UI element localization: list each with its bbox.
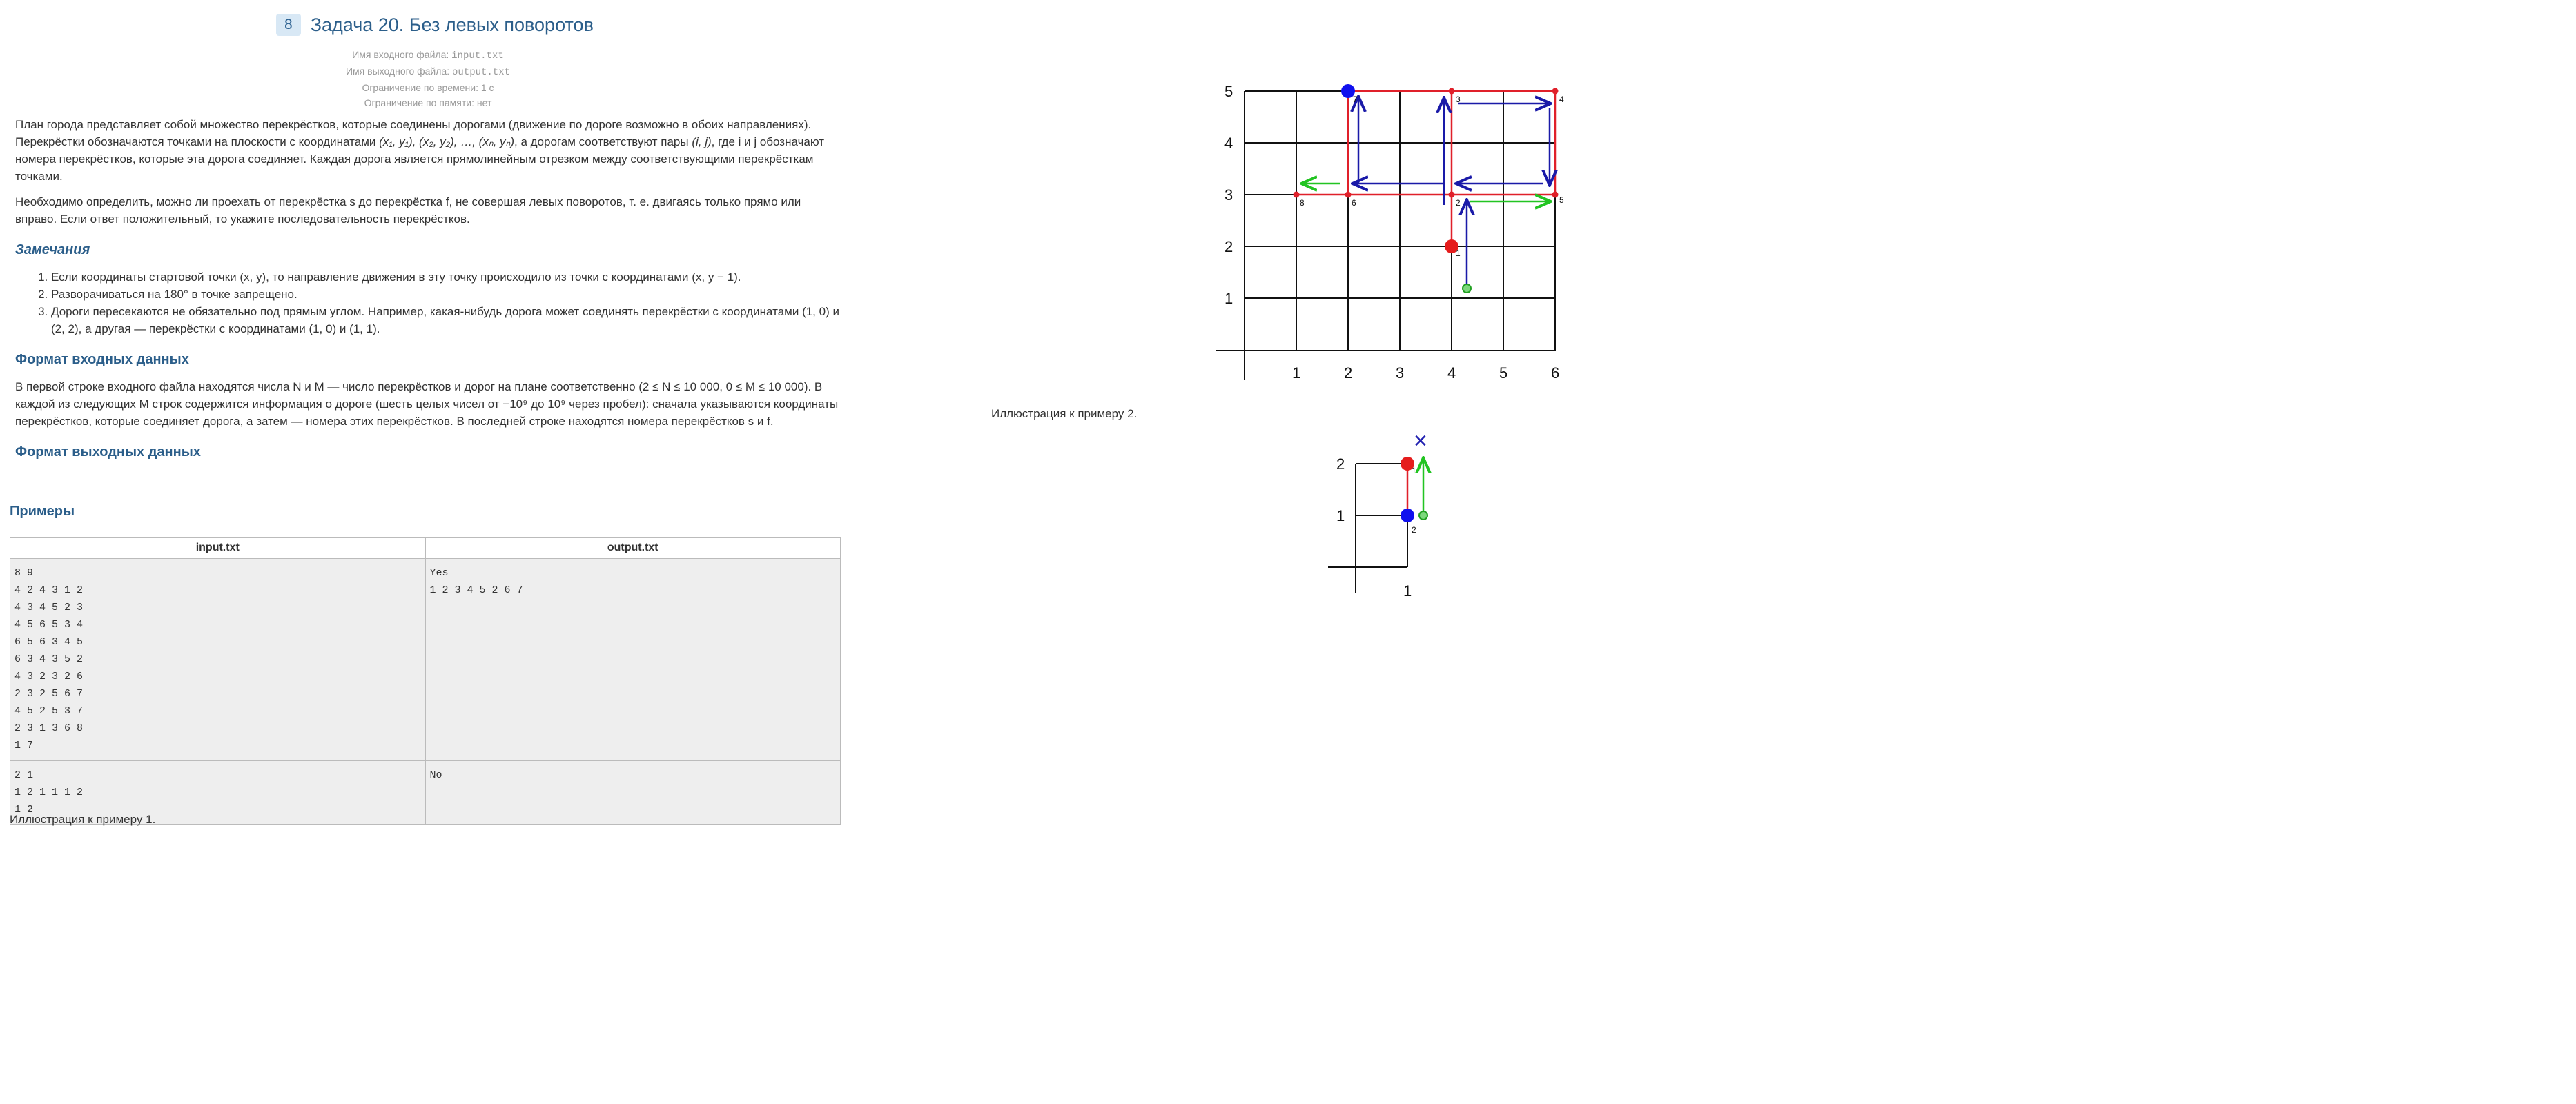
node-label: 1 [1412,466,1416,475]
example-1-figure: 5 4 3 2 1 1 2 3 4 5 6 1 2 3 4 5 6 7 8 [1216,83,1564,382]
y-tick-label: 1 [1336,507,1345,524]
example-2-output[interactable]: No [430,767,837,784]
initial-direction-point [1462,284,1472,293]
output-column-header: output.txt [425,537,841,559]
x-tick-label: 1 [1403,582,1412,600]
x-tick-label: 4 [1447,364,1456,382]
examples-table: input.txt output.txt 8 9 4 2 4 3 1 2 4 3… [10,537,841,825]
y-tick-label: 1 [1224,290,1233,307]
path-arrows [1303,98,1550,288]
note-item: Если координаты стартовой точки (x, y), … [51,268,843,286]
y-tick-label: 4 [1224,135,1233,152]
node-label: 3 [1456,95,1461,104]
y-tick-label: 5 [1224,83,1233,100]
input-format-text: В первой строке входного файла находятся… [15,380,839,428]
initial-direction-point [1418,511,1428,520]
blocked-cross: × [1414,428,1427,454]
notes-list: Если координаты стартовой точки (x, y), … [15,268,843,337]
output-file-name: output.txt [452,67,511,78]
example-1-output[interactable]: Yes 1 2 3 4 5 2 6 7 [430,564,837,599]
output-format-heading: Формат выходных данных [15,444,201,460]
node-label: 1 [1456,248,1461,258]
problem-limits: Имя входного файла: input.txt Имя выходн… [290,47,566,110]
example-2-figure: × 2 1 1 1 2 [1328,428,1463,600]
statement-paragraph-2: Необходимо определить, можно ли проехать… [15,195,801,226]
examples-heading: Примеры [10,504,75,519]
grid [1328,463,1408,593]
x-tick-label: 3 [1396,364,1404,382]
node-label: 6 [1352,198,1356,208]
roads [1296,90,1557,246]
example-1-input[interactable]: 8 9 4 2 4 3 1 2 4 3 4 5 2 3 4 5 6 5 3 4 … [14,564,421,754]
figure-2-caption: Иллюстрация к примеру 2. [991,407,1138,420]
x-tick-label: 1 [1292,364,1300,382]
y-tick-label: 2 [1224,238,1233,255]
input-column-header: input.txt [10,537,426,559]
statement-paragraph-1: План города представляет собой множество… [15,118,825,183]
problem-number-badge: 8 [276,14,301,36]
node-label: 2 [1412,525,1416,535]
problem-header: 8 Задача 20. Без левых поворотов [276,14,594,36]
output-file-label: Имя выходного файла: [345,66,450,77]
x-tick-label: 5 [1499,364,1507,382]
note-item: Дороги пересекаются не обязательно под п… [51,303,843,337]
node-label: 8 [1300,198,1305,208]
x-tick-label: 2 [1344,364,1352,382]
time-limit: Ограничение по времени: 1 с [362,82,494,93]
y-tick-label: 2 [1336,455,1345,473]
x-tick-label: 6 [1551,364,1559,382]
start-point [1401,509,1414,522]
node-label: 5 [1559,195,1564,205]
node-label: 7 [1353,95,1358,104]
input-file-name: input.txt [451,50,504,61]
input-format-heading: Формат входных данных [15,352,189,367]
memory-limit: Ограничение по памяти: нет [364,97,492,108]
problem-title: Задача 20. Без левых поворотов [310,14,594,35]
table-row: 8 9 4 2 4 3 1 2 4 3 4 5 2 3 4 5 6 5 3 4 … [10,558,841,761]
example-2-input[interactable]: 2 1 1 2 1 1 1 2 1 2 [14,767,421,818]
input-file-label: Имя входного файла: [352,49,449,60]
y-tick-label: 3 [1224,186,1233,204]
problem-statement: План города представляет собой множество… [15,116,843,471]
notes-heading: Замечания [15,242,90,257]
grid [1216,90,1556,379]
node-label: 2 [1456,198,1461,208]
node-label: 4 [1559,95,1564,104]
figure-1-caption: Иллюстрация к примеру 1. [10,813,156,826]
note-item: Разворачиваться на 180° в точке запрещен… [51,286,843,303]
